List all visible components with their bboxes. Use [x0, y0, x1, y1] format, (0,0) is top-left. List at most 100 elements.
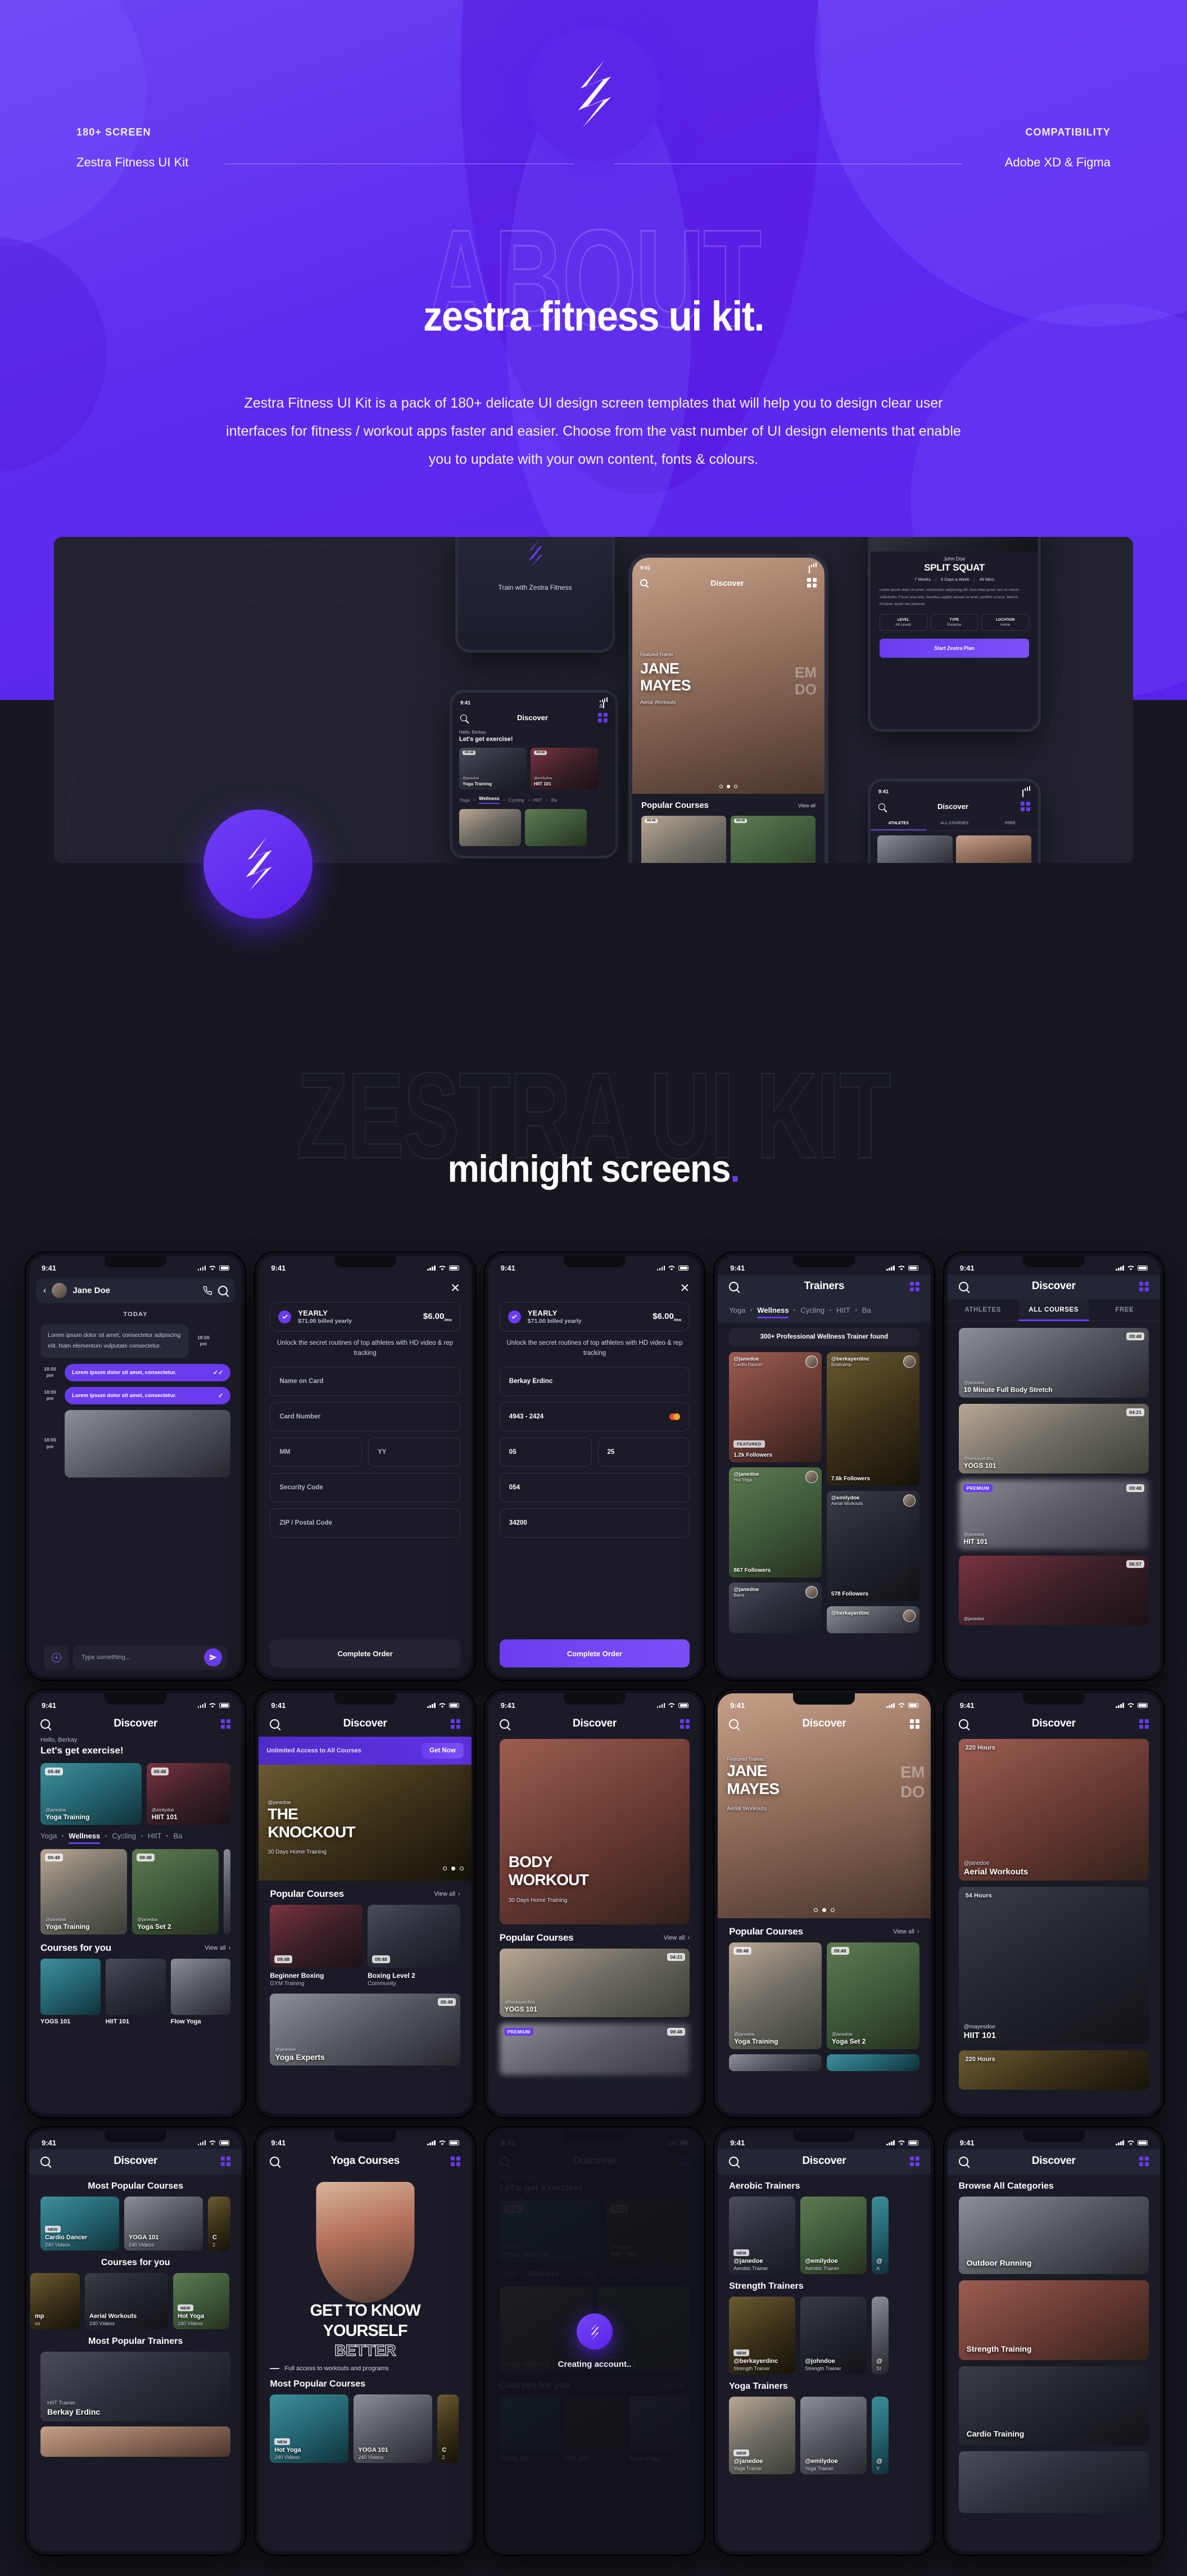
chip-barre[interactable]: Ba	[173, 1832, 182, 1840]
trainer-tile[interactable]: NEW @berkayerdinc Strength Trainer	[729, 2297, 796, 2374]
category-card[interactable]: Strength Training	[958, 2280, 1149, 2360]
chip-wellness[interactable]: Wellness	[757, 1306, 789, 1318]
chip-wellness[interactable]: Wellness	[479, 796, 500, 804]
course-card[interactable]: 220 Hours @janedoe Aerial Workouts	[958, 1739, 1149, 1881]
avatar[interactable]	[52, 1283, 67, 1298]
course-card[interactable]	[877, 835, 953, 863]
dot[interactable]	[719, 785, 723, 788]
dot[interactable]	[830, 1908, 835, 1912]
course-card[interactable]: 09:48 @janedoe 10 Minute Full Body Stret…	[958, 1328, 1149, 1398]
chip-hiit[interactable]: HIIT	[148, 1832, 162, 1840]
category-card[interactable]	[958, 2451, 1149, 2513]
course-card[interactable]	[956, 835, 1031, 863]
complete-order-button[interactable]: Complete Order	[499, 1639, 690, 1667]
grid-view-icon[interactable]	[807, 578, 817, 587]
grid-view-icon[interactable]	[221, 2156, 231, 2166]
course-card[interactable]: 09:48 @emilydoe HIIT 101	[531, 748, 598, 789]
chip-yoga[interactable]: Yoga	[40, 1832, 57, 1840]
course-card[interactable]: 09:48 @janedoe Yoga Training	[641, 816, 726, 863]
chip-yoga[interactable]: Yoga	[459, 797, 470, 803]
course-tile[interactable]: NEW Hot Yoga 240 Videos	[270, 2394, 349, 2463]
card-number-field[interactable]: 4943 - 2424	[499, 1402, 690, 1431]
search-icon[interactable]	[958, 1281, 968, 1291]
chip-cycling[interactable]: Cycling	[112, 1832, 136, 1840]
grid-view-icon[interactable]	[221, 1719, 231, 1729]
screen-creating-account[interactable]: 9:41 Discover Hello, Berkay Let's get ex…	[484, 2127, 705, 2555]
course-card[interactable]	[459, 809, 521, 846]
grid-view-icon[interactable]	[450, 2156, 460, 2166]
security-code-field[interactable]: Security Code	[270, 1472, 460, 1502]
grid-view-icon[interactable]	[1020, 802, 1030, 811]
screen-payment-filled[interactable]: 9:41 ✕ YEARLY $71.00 billed yearly $6.00…	[484, 1253, 705, 1680]
tab-athletes[interactable]: ATHLETES	[871, 817, 927, 830]
carousel-dots[interactable]	[632, 785, 824, 788]
course-card-peek[interactable]	[826, 2054, 919, 2071]
view-all-link[interactable]: View all ›	[664, 1935, 690, 1941]
course-card[interactable]: 04:21 @berkayerdinc YOGS 101	[499, 1949, 690, 2017]
chip-cycling[interactable]: Cycling	[800, 1306, 824, 1314]
zip-field[interactable]: 34200	[499, 1508, 690, 1538]
trainer-tile-peek[interactable]: @ St	[872, 2297, 889, 2374]
course-tile-peek[interactable]: mp os	[30, 2273, 80, 2329]
trainer-card[interactable]: @janedoe Hot Yoga 867 Followers	[729, 1467, 822, 1578]
search-icon[interactable]	[218, 1286, 228, 1295]
course-card[interactable]: 04:21 @berkayerdinc YOGS 101	[958, 1404, 1149, 1474]
expiry-year-field[interactable]: YY	[368, 1437, 460, 1467]
attached-image[interactable]	[65, 1409, 231, 1477]
trainer-card[interactable]: @emilydoe Aerial Workouts 578 Followers	[826, 1491, 919, 1601]
trainer-tile-peek[interactable]: @ A	[872, 2197, 889, 2274]
course-tile-peek[interactable]: C 2	[437, 2394, 459, 2463]
course-tile[interactable]: NEW Cardio Dancer 240 Videos	[40, 2197, 119, 2250]
course-tile[interactable]: Aerial Workouts 240 Videos	[85, 2273, 168, 2329]
course-card[interactable]: 09:48 @janedoe Yoga Training	[40, 1763, 142, 1825]
course-tile-peek[interactable]: C 2	[208, 2197, 230, 2250]
screen-yoga-courses[interactable]: 9:41 Yoga Courses GET TO KNOW YOURSELF B…	[255, 2127, 475, 2555]
trainer-tile[interactable]: @johndoe Strength Trainer	[800, 2297, 867, 2374]
view-all-link[interactable]: View all ›	[434, 1891, 460, 1897]
course-card-overlay[interactable]: PREMIUM 09:48	[500, 2023, 690, 2075]
trainer-card[interactable]: @janedoe Cardio Dancer FEATURED 1.2k Fol…	[729, 1352, 822, 1462]
course-tile[interactable]: 09:48 Boxing Level 2 Community	[368, 1905, 460, 1987]
expiry-month-field[interactable]: MM	[270, 1437, 363, 1467]
avatar[interactable]	[903, 1610, 916, 1622]
category-card[interactable]: Outdoor Running	[958, 2197, 1149, 2274]
screen-discover-hours[interactable]: 9:41 Discover 220 Hours @janedoe Aerial …	[944, 1690, 1163, 2117]
screen-discover-body[interactable]: 9:41 Discover BODY WORKOUT 30 Days Home …	[484, 1690, 705, 2117]
message-input[interactable]: Type something...	[73, 1645, 228, 1670]
trainer-tile[interactable]: @emilydoe Yoga Trainer	[800, 2397, 867, 2474]
tab-athletes[interactable]: ATHLETES	[948, 1299, 1018, 1321]
expiry-year-field[interactable]: 25	[597, 1437, 690, 1467]
course-card[interactable]: 09:48 @janedoe Yoga Training	[40, 1849, 128, 1935]
send-button[interactable]	[204, 1648, 223, 1666]
close-icon[interactable]: ✕	[450, 1282, 460, 1294]
avatar[interactable]	[903, 1494, 916, 1507]
course-card-peek[interactable]	[729, 2054, 822, 2071]
name-on-card-field[interactable]: Name on Card	[270, 1366, 460, 1396]
course-tile[interactable]: Flow Yoga	[170, 1959, 231, 2025]
search-icon[interactable]	[878, 803, 885, 810]
featured-hero[interactable]: 9:41 Discover EM DO Featured Trainer JAN…	[718, 1693, 931, 1918]
trainer-tile[interactable]: @emilydoe Aerobic Trainer	[800, 2197, 867, 2274]
chip-hiit[interactable]: HIIT	[533, 797, 542, 803]
search-icon[interactable]	[729, 1719, 739, 1729]
dot[interactable]	[442, 1867, 447, 1870]
view-all-link[interactable]: View all	[798, 803, 816, 808]
course-card[interactable]: 09:48 @janedoe Yoga Training	[459, 748, 527, 789]
trainer-card[interactable]: HIIT Trainer Berkay Erdinc	[40, 2352, 231, 2421]
search-icon[interactable]	[270, 2156, 280, 2166]
screen-browse-categories[interactable]: 9:41 Discover Browse All Categories Outd…	[944, 2127, 1163, 2555]
trainer-tile[interactable]: NEW @janedoe Aerobic Trainer	[729, 2197, 796, 2274]
zip-field[interactable]: ZIP / Postal Code	[270, 1508, 460, 1538]
search-icon[interactable]	[499, 1719, 509, 1729]
add-attachment-button[interactable]	[44, 1645, 69, 1670]
course-tile[interactable]: NEW Hot Yoga 240 Videos	[173, 2273, 229, 2329]
course-card[interactable]: 220 Hours	[958, 2050, 1149, 2090]
wide-course-card[interactable]: 09:48 @janedoe Yoga Experts	[270, 1994, 460, 2066]
course-card[interactable]: 09:48 @janedoe Yoga Training	[729, 1942, 822, 2049]
dot-active[interactable]	[727, 785, 730, 788]
tab-free[interactable]: FREE	[982, 817, 1038, 830]
avatar[interactable]	[805, 1471, 818, 1483]
avatar[interactable]	[903, 1355, 916, 1368]
course-card[interactable]: 54 Hours @mayesdoe HIIT 101	[958, 1887, 1149, 2044]
course-tile[interactable]: YOGA 101 240 Videos	[354, 2394, 433, 2463]
